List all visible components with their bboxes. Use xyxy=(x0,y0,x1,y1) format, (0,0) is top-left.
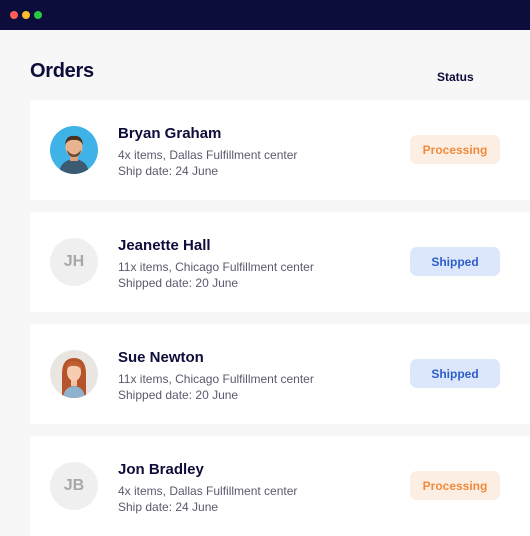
order-date: Ship date: 24 June xyxy=(118,164,219,178)
order-card[interactable]: JB Jon Bradley 4x items, Dallas Fulfillm… xyxy=(30,436,530,536)
avatar-photo-icon xyxy=(50,126,98,174)
customer-name: Sue Newton xyxy=(118,349,204,366)
close-window-dot-icon[interactable] xyxy=(10,11,18,19)
status-badge: Processing xyxy=(410,135,500,164)
order-items: 11x items, Chicago Fulfillment center xyxy=(118,260,314,274)
window-titlebar xyxy=(0,0,530,30)
order-card[interactable]: Bryan Graham 4x items, Dallas Fulfillmen… xyxy=(30,100,530,200)
order-items: 4x items, Dallas Fulfillment center xyxy=(118,148,298,162)
order-card[interactable]: JH Jeanette Hall 11x items, Chicago Fulf… xyxy=(30,212,530,312)
order-date: Shipped date: 20 June xyxy=(118,388,239,402)
maximize-window-dot-icon[interactable] xyxy=(34,11,42,19)
order-items: 11x items, Chicago Fulfillment center xyxy=(118,372,314,386)
avatar xyxy=(50,126,98,174)
customer-name: Jeanette Hall xyxy=(118,237,211,254)
avatar: JH xyxy=(50,238,98,286)
customer-name: Jon Bradley xyxy=(118,461,204,478)
avatar xyxy=(50,350,98,398)
status-column-header: Status xyxy=(437,70,474,84)
order-date: Ship date: 24 June xyxy=(118,500,219,514)
status-badge: Processing xyxy=(410,471,500,500)
order-card[interactable]: Sue Newton 11x items, Chicago Fulfillmen… xyxy=(30,324,530,424)
avatar-photo-icon xyxy=(50,350,98,398)
customer-name: Bryan Graham xyxy=(118,125,222,142)
page-title: Orders xyxy=(30,60,94,82)
minimize-window-dot-icon[interactable] xyxy=(22,11,30,19)
status-badge: Shipped xyxy=(410,359,500,388)
status-badge: Shipped xyxy=(410,247,500,276)
avatar: JB xyxy=(50,462,98,510)
order-date: Shipped date: 20 June xyxy=(118,276,239,290)
order-items: 4x items, Dallas Fulfillment center xyxy=(118,484,298,498)
